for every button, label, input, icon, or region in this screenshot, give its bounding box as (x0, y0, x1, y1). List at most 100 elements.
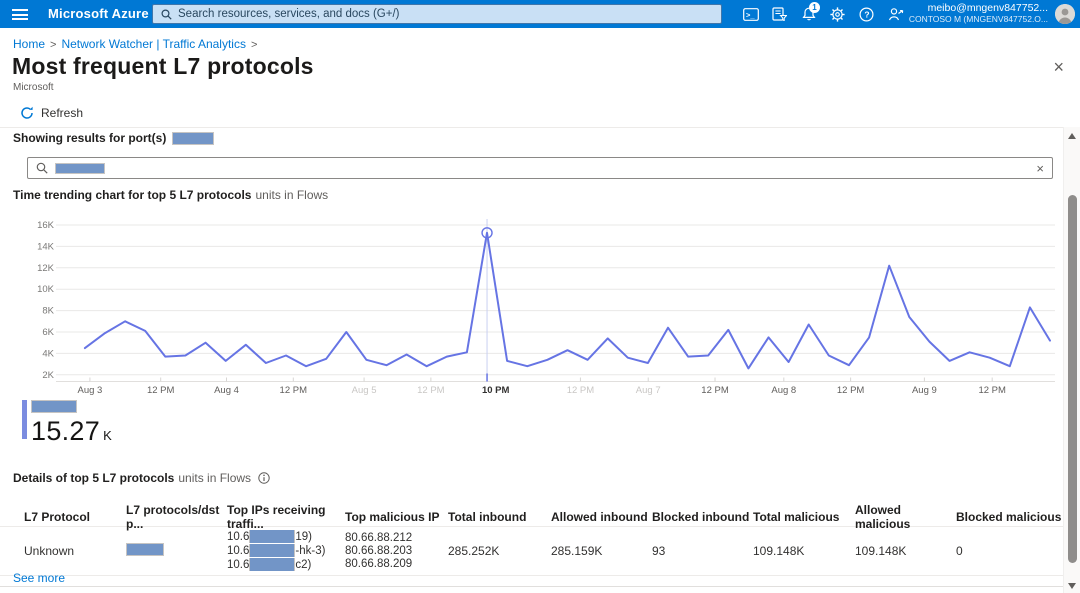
vertical-scrollbar[interactable] (1063, 127, 1080, 593)
search-icon (36, 162, 48, 174)
cell-total-malicious: 109.148K (753, 544, 855, 558)
notification-badge: 1 (809, 2, 820, 13)
search-icon (161, 9, 172, 20)
redacted-dst-port (126, 543, 164, 556)
col-top-ips-receiving: Top IPs receiving traffi... (227, 503, 345, 531)
cell-allowed-inbound: 285.159K (551, 544, 652, 558)
col-total-inbound: Total inbound (448, 510, 551, 524)
table-row[interactable]: Unknown 10.619) 10.6-hk-3) 10.6c2) 80.66… (0, 527, 1063, 576)
account-email: meibo@mngenv847752... (909, 3, 1048, 14)
cloud-shell-icon[interactable]: >_ (736, 0, 765, 28)
cell-top-ips: 10.619) 10.6-hk-3) 10.6c2) (227, 530, 345, 572)
legend-color-bar (22, 400, 27, 439)
col-l7-protocols-dst-port: L7 protocols/dst p... (126, 503, 227, 531)
svg-text:14K: 14K (37, 241, 55, 252)
cell-total-inbound: 285.252K (448, 544, 551, 558)
see-more-link[interactable]: See more (13, 571, 65, 585)
cell-blocked-inbound: 93 (652, 544, 753, 558)
product-brand: Microsoft Azure (48, 6, 149, 21)
account-menu[interactable]: meibo@mngenv847752... CONTOSO M (MNGENV8… (909, 3, 1048, 25)
col-blocked-inbound: Blocked inbound (652, 510, 753, 524)
cell-top-malicious-ips: 80.66.88.212 80.66.88.203 80.66.88.209 (345, 532, 448, 571)
table-header-row: L7 Protocol L7 protocols/dst p... Top IP… (0, 503, 1063, 527)
series-legend-stat: 15.27K (22, 400, 112, 445)
redacted-series-name (31, 400, 77, 413)
scroll-down-arrow-icon[interactable] (1068, 583, 1076, 589)
publisher-label: Microsoft (13, 82, 54, 93)
svg-text:12 PM: 12 PM (567, 385, 595, 396)
redacted-ip-segment (249, 544, 295, 557)
refresh-label: Refresh (41, 106, 83, 120)
info-icon[interactable] (258, 472, 270, 484)
hamburger-menu-icon[interactable] (12, 9, 28, 20)
top-bar: Microsoft Azure Search resources, servic… (0, 0, 1080, 28)
feedback-icon[interactable] (881, 0, 910, 28)
notifications-bell-icon[interactable]: 1 (794, 0, 823, 28)
breadcrumb-separator: > (50, 39, 56, 51)
svg-text:12 PM: 12 PM (701, 385, 729, 396)
svg-text:2K: 2K (42, 370, 54, 381)
svg-text:8K: 8K (42, 306, 54, 317)
svg-text:12 PM: 12 PM (978, 385, 1006, 396)
svg-text:Aug 4: Aug 4 (214, 385, 239, 396)
context-menu-button[interactable]: ··· (268, 60, 285, 76)
cell-allowed-malicious: 109.148K (855, 544, 956, 558)
svg-text:16K: 16K (37, 220, 55, 231)
svg-text:6K: 6K (42, 327, 54, 338)
l7-trend-chart[interactable]: 16K14K12K10K8K6K4K2KAug 312 PMAug 412 PM… (18, 216, 1063, 398)
refresh-icon (20, 106, 34, 120)
svg-text:10 PM: 10 PM (482, 385, 510, 396)
details-table: L7 Protocol L7 protocols/dst p... Top IP… (0, 503, 1063, 576)
svg-text:>_: >_ (746, 10, 755, 19)
global-search-input[interactable]: Search resources, services, and docs (G+… (152, 4, 722, 24)
stat-value: 15.27 (31, 416, 100, 446)
svg-text:Aug 3: Aug 3 (77, 385, 102, 396)
svg-text:12 PM: 12 PM (837, 385, 865, 396)
scrollbar-thumb[interactable] (1068, 195, 1077, 563)
clear-search-icon[interactable]: × (1036, 162, 1044, 175)
svg-text:Aug 7: Aug 7 (636, 385, 661, 396)
redacted-port-value (172, 132, 214, 145)
global-search-placeholder: Search resources, services, and docs (G+… (178, 8, 399, 20)
azure-portal-page: Microsoft Azure Search resources, servic… (0, 0, 1080, 593)
chart-section-title: Time trending chart for top 5 L7 protoco… (13, 188, 328, 202)
breadcrumb: Home > Network Watcher | Traffic Analytics… (13, 37, 262, 51)
svg-text:?: ? (864, 9, 869, 19)
chart-area: 16K14K12K10K8K6K4K2KAug 312 PMAug 412 PM… (18, 216, 1063, 398)
divider (0, 586, 1063, 587)
col-blocked-malicious: Blocked malicious (956, 510, 1063, 524)
svg-text:12 PM: 12 PM (147, 385, 175, 396)
svg-text:10K: 10K (37, 284, 55, 295)
svg-text:Aug 9: Aug 9 (912, 385, 937, 396)
cell-blocked-malicious: 0 (956, 544, 1063, 558)
redacted-search-value (55, 163, 105, 174)
account-directory: CONTOSO M (MNGENV847752.O... (909, 14, 1048, 25)
showing-results-line: Showing results for port(s) (13, 131, 214, 145)
breadcrumb-home-link[interactable]: Home (13, 37, 45, 51)
cell-l7-protocol: Unknown (24, 544, 126, 558)
scroll-up-arrow-icon[interactable] (1068, 133, 1076, 139)
col-l7-protocol: L7 Protocol (24, 510, 126, 524)
close-icon[interactable]: × (1053, 58, 1064, 76)
svg-text:12 PM: 12 PM (280, 385, 308, 396)
stat-unit: K (103, 428, 112, 443)
breadcrumb-separator: > (251, 39, 257, 51)
directory-filter-icon[interactable] (765, 0, 794, 28)
col-top-malicious-ip: Top malicious IP (345, 510, 448, 524)
redacted-ip-segment (249, 558, 295, 571)
col-total-malicious: Total malicious (753, 510, 855, 524)
svg-text:Aug 8: Aug 8 (771, 385, 796, 396)
redacted-ip-segment (249, 530, 295, 543)
help-icon[interactable]: ? (852, 0, 881, 28)
svg-text:12 PM: 12 PM (417, 385, 445, 396)
refresh-button[interactable]: Refresh (20, 106, 83, 120)
filter-search-input[interactable]: × (27, 157, 1053, 179)
svg-text:Aug 5: Aug 5 (352, 385, 377, 396)
settings-gear-icon[interactable] (823, 0, 852, 28)
avatar[interactable] (1055, 4, 1075, 24)
breadcrumb-network-watcher-link[interactable]: Network Watcher | Traffic Analytics (61, 37, 246, 51)
cell-l7-protocols-dst-port (126, 543, 227, 559)
svg-text:12K: 12K (37, 263, 55, 274)
col-allowed-inbound: Allowed inbound (551, 510, 652, 524)
col-allowed-malicious: Allowed malicious (855, 503, 956, 531)
